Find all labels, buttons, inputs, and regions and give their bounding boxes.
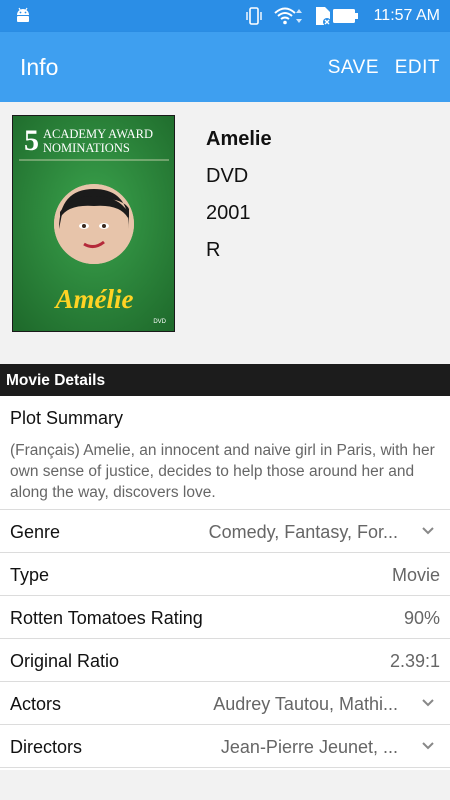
plot-summary[interactable]: Plot Summary (Français) Amelie, an innoc… (0, 396, 450, 510)
movie-title: Amelie (206, 128, 272, 150)
plot-summary-label: Plot Summary (10, 408, 124, 428)
android-icon (17, 7, 29, 22)
movie-format: DVD (206, 165, 249, 187)
detail-row-original-ratio[interactable]: Original Ratio 2.39:1 (0, 639, 450, 682)
award-line1: ACADEMY AWARD (43, 127, 153, 141)
detail-row-actors[interactable]: Actors Audrey Tautou, Mathi... (0, 682, 450, 725)
detail-row-directors[interactable]: Directors Jean-Pierre Jeunet, ... (0, 725, 450, 768)
detail-value: Audrey Tautou, Mathi... (213, 694, 398, 714)
movie-year: 2001 (206, 202, 251, 224)
movie-summary: Amelie DVD 2001 R (206, 128, 272, 276)
edit-button[interactable]: EDIT (395, 57, 440, 79)
detail-value: 90% (403, 608, 440, 628)
detail-row-genre[interactable]: Genre Comedy, Fantasy, For... (0, 510, 450, 553)
poster-title: Amélie (55, 284, 134, 314)
wifi-icon (274, 7, 302, 25)
detail-row-type[interactable]: Type Movie (0, 553, 450, 596)
chevron-down-icon[interactable] (422, 526, 434, 536)
detail-row-rotten-tomatoes[interactable]: Rotten Tomatoes Rating 90% (0, 596, 450, 639)
movie-poster[interactable]: 5 ACADEMY AWARD NOMINATIONS Amélie DVD (12, 115, 175, 332)
detail-label: Type (10, 565, 50, 585)
detail-value: Jean-Pierre Jeunet, ... (220, 737, 398, 757)
detail-label: Actors (10, 694, 62, 714)
chevron-down-icon[interactable] (422, 698, 434, 708)
page-title: Info (20, 54, 59, 80)
detail-label: Original Ratio (10, 651, 120, 671)
poster-dvd-logo: DVD (153, 319, 166, 325)
movie-header: 5 ACADEMY AWARD NOMINATIONS Amélie DVD A… (0, 102, 450, 364)
detail-label: Genre (10, 522, 61, 542)
movie-rating: R (206, 239, 221, 261)
detail-value: 2.39:1 (389, 651, 440, 671)
detail-label: Directors (10, 737, 83, 757)
save-button[interactable]: SAVE (328, 57, 379, 79)
bottom-spacer (0, 770, 450, 800)
app-bar: Info SAVE EDIT (0, 32, 450, 102)
movie-details-list: Plot Summary (Français) Amelie, an innoc… (0, 396, 450, 770)
detail-label: Rotten Tomatoes Rating (10, 608, 203, 628)
status-bar: 11:57 AM (0, 0, 450, 32)
battery-icon (333, 9, 358, 23)
status-time: 11:57 AM (373, 7, 440, 24)
sd-card-icon (316, 7, 331, 26)
section-header-movie-details: Movie Details (0, 364, 450, 396)
plot-summary-text: (Français) Amelie, an innocent and naive… (10, 442, 435, 501)
detail-value: Comedy, Fantasy, For... (208, 522, 398, 542)
award-line2: NOMINATIONS (43, 141, 130, 155)
award-banner: 5 ACADEMY AWARD NOMINATIONS (19, 124, 167, 158)
chevron-down-icon[interactable] (422, 741, 434, 751)
detail-value: Movie (391, 565, 440, 585)
poster-face-image (54, 184, 134, 264)
award-number: 5 (24, 124, 39, 157)
vibrate-icon (246, 7, 262, 25)
